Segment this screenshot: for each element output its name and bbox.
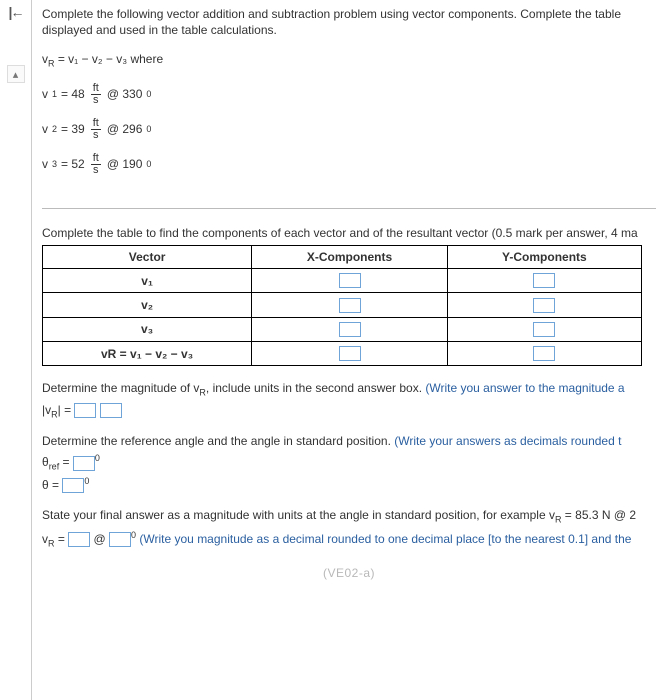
row4-x xyxy=(252,341,448,365)
given-v2: v2 = 39 fts @ 2960 xyxy=(42,118,656,141)
theta-sym: θ = xyxy=(42,478,62,492)
qfinal-example: = 85.3 N @ 2 xyxy=(561,508,636,522)
input-v3-y[interactable] xyxy=(533,322,555,337)
question-magnitude: Determine the magnitude of vR, include u… xyxy=(42,380,656,399)
qmag-text2: , include units in the second answer box… xyxy=(206,381,425,395)
table-intro: Complete the table to find the component… xyxy=(42,225,656,241)
divider xyxy=(42,208,656,209)
qmag-hint: (Write you answer to the magnitude a xyxy=(425,381,624,395)
g3-label: v xyxy=(42,157,48,171)
g2-unit: fts xyxy=(91,118,101,141)
page-root: |← ▴ Complete the following vector addit… xyxy=(0,0,656,700)
g2-sub: 2 xyxy=(52,124,57,134)
final-at: @ xyxy=(90,532,109,546)
g1-label: v xyxy=(42,87,48,101)
intro-text: Complete the following vector addition a… xyxy=(42,6,656,38)
g3-sub: 3 xyxy=(52,159,57,169)
qang-hint: (Write your answers as decimals rounded … xyxy=(394,434,621,448)
row3-x xyxy=(252,317,448,341)
input-v1-x[interactable] xyxy=(339,273,361,288)
collapse-icon[interactable]: |← xyxy=(9,4,23,20)
th-y: Y-Components xyxy=(447,245,641,268)
g1-at: @ 330 xyxy=(107,87,143,101)
table-row: v₂ xyxy=(43,293,642,317)
row4-y xyxy=(447,341,641,365)
formula-rest: = v₁ − v₂ − v₃ where xyxy=(55,52,164,66)
mag-pre: |v xyxy=(42,403,51,417)
final-hint: (Write you magnitude as a decimal rounde… xyxy=(136,532,631,546)
thetaref-sub: ref xyxy=(49,462,60,472)
g3-deg: 0 xyxy=(146,159,151,169)
table-row: vR = v₁ − v₂ − v₃ xyxy=(43,341,642,365)
row2-y xyxy=(447,293,641,317)
final-eq: = xyxy=(55,532,69,546)
input-v3-x[interactable] xyxy=(339,322,361,337)
thetaref-sup: 0 xyxy=(95,453,100,463)
g2-label: v xyxy=(42,122,48,136)
theta-ref-line: θref = 0 xyxy=(42,453,656,471)
row1-label: v₁ xyxy=(43,268,252,292)
thetaref-eq: = xyxy=(59,455,73,469)
g2-eq: = 39 xyxy=(61,122,85,136)
g1-deg: 0 xyxy=(146,89,151,99)
input-vr-y[interactable] xyxy=(533,346,555,361)
qang-text: Determine the reference angle and the an… xyxy=(42,434,394,448)
g3-unit: fts xyxy=(91,153,101,176)
table-row: v₁ xyxy=(43,268,642,292)
input-v2-y[interactable] xyxy=(533,298,555,313)
g1-unit: fts xyxy=(91,83,101,106)
input-theta[interactable] xyxy=(62,478,84,493)
left-gutter: |← ▴ xyxy=(0,0,32,700)
row2-label: v₂ xyxy=(43,293,252,317)
magnitude-answer: |vR| = xyxy=(42,403,656,419)
given-v3: v3 = 52 fts @ 1900 xyxy=(42,153,656,176)
g1-sub: 1 xyxy=(52,89,57,99)
input-magnitude-value[interactable] xyxy=(74,403,96,418)
theta-line: θ = 0 xyxy=(42,476,656,493)
caret-up-icon[interactable]: ▴ xyxy=(7,65,25,83)
th-vector: Vector xyxy=(43,245,252,268)
row3-y xyxy=(447,317,641,341)
row4-label: vR = v₁ − v₂ − v₃ xyxy=(43,341,252,365)
qfinal-text: State your final answer as a magnitude w… xyxy=(42,508,555,522)
g3-eq: = 52 xyxy=(61,157,85,171)
row3-label: v₃ xyxy=(43,317,252,341)
given-section: vR = v₁ − v₂ − v₃ where v1 = 48 fts @ 33… xyxy=(42,44,656,191)
row1-y xyxy=(447,268,641,292)
qmag-text: Determine the magnitude of v xyxy=(42,381,199,395)
components-table: Vector X-Components Y-Components v₁ v₂ v… xyxy=(42,245,642,366)
question-final: State your final answer as a magnitude w… xyxy=(42,507,656,526)
content-area: Complete the following vector addition a… xyxy=(32,0,656,700)
th-x: X-Components xyxy=(252,245,448,268)
input-magnitude-units[interactable] xyxy=(100,403,122,418)
input-vr-x[interactable] xyxy=(339,346,361,361)
g1-eq: = 48 xyxy=(61,87,85,101)
final-answer-line: vR = @ 0 (Write you magnitude as a decim… xyxy=(42,530,656,548)
row1-x xyxy=(252,268,448,292)
mag-post: | = xyxy=(58,403,75,417)
question-angle: Determine the reference angle and the an… xyxy=(42,433,656,449)
theta-sup: 0 xyxy=(84,476,89,486)
input-theta-ref[interactable] xyxy=(73,456,95,471)
footer-code: (VE02-a) xyxy=(42,566,656,580)
input-final-angle[interactable] xyxy=(109,532,131,547)
input-v2-x[interactable] xyxy=(339,298,361,313)
g2-at: @ 296 xyxy=(107,122,143,136)
input-v1-y[interactable] xyxy=(533,273,555,288)
resultant-formula: vR = v₁ − v₂ − v₃ where xyxy=(42,52,656,68)
thetaref-sym: θ xyxy=(42,455,49,469)
g3-at: @ 190 xyxy=(107,157,143,171)
g2-deg: 0 xyxy=(146,124,151,134)
row2-x xyxy=(252,293,448,317)
given-v1: v1 = 48 fts @ 3300 xyxy=(42,83,656,106)
table-header-row: Vector X-Components Y-Components xyxy=(43,245,642,268)
input-final-magnitude[interactable] xyxy=(68,532,90,547)
table-row: v₃ xyxy=(43,317,642,341)
